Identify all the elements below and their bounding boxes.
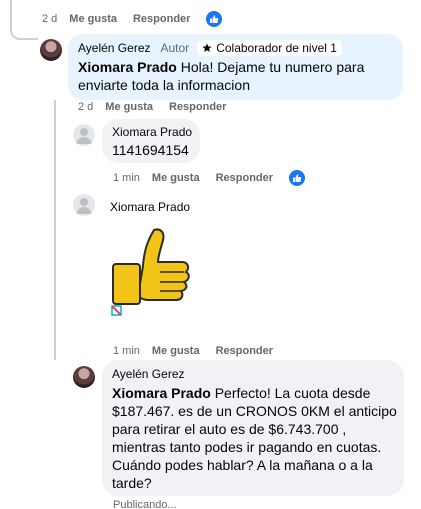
- badge-label: Colaborador de nivel 1: [216, 41, 337, 55]
- comment-text: Hola! Dejame tu numero para: [180, 59, 365, 75]
- reply-text-line2: $187.467. es de un CRONOS 0KM el anticip…: [112, 403, 397, 419]
- avatar-xiomara[interactable]: [73, 194, 95, 216]
- reply-author[interactable]: Xiomara Prado: [112, 125, 192, 139]
- like-link[interactable]: Me gusta: [152, 172, 200, 184]
- reply-text-line3: para retirar el auto es de $6.743.700 ,: [112, 421, 347, 437]
- reply-text-line5: Cuándo podes hablar? A la mañana o a la: [112, 457, 373, 473]
- reply1-meta: 1 min Me gusta Responder: [113, 170, 306, 186]
- reply-link[interactable]: Responder: [133, 13, 190, 25]
- top-comment-meta: 2 d Me gusta Responder: [42, 11, 223, 27]
- reply-text-line4: mientras tanto podes ir pagando en cuota…: [112, 439, 382, 455]
- mention[interactable]: Xiomara Prado: [78, 59, 177, 75]
- mention[interactable]: Xiomara Prado: [112, 385, 211, 401]
- like-link[interactable]: Me gusta: [69, 13, 117, 25]
- thread-line-outer: [10, 0, 38, 40]
- like-link[interactable]: Me gusta: [105, 101, 153, 113]
- reply-text: Perfecto! La cuota desde: [214, 385, 371, 401]
- reply-text: 1141694154: [112, 142, 189, 158]
- avatar-ayelen[interactable]: [40, 39, 62, 61]
- thumbs-up-sticker-icon[interactable]: [108, 226, 190, 316]
- reply-link[interactable]: Responder: [216, 172, 273, 184]
- reply-bubble: Ayelén Gerez Xiomara Prado Perfecto! La …: [102, 360, 404, 496]
- author-role: Autor: [160, 41, 190, 55]
- timestamp: 1 min: [113, 345, 140, 357]
- reply-author[interactable]: Ayelén Gerez: [112, 367, 185, 381]
- reply-bubble: Xiomara Prado 1141694154: [102, 119, 200, 163]
- thread-line-inner: [54, 100, 56, 360]
- comment1-meta: 2 d Me gusta Responder: [78, 101, 242, 113]
- avatar-ayelen[interactable]: [73, 366, 95, 388]
- avatar-xiomara[interactable]: [73, 124, 95, 146]
- like-reaction-icon[interactable]: [206, 11, 223, 27]
- comment-author[interactable]: Ayelén Gerez: [78, 41, 151, 55]
- reply-text-line6: tarde?: [112, 475, 152, 491]
- reply-link[interactable]: Responder: [169, 101, 226, 113]
- reply2-meta: 1 min Me gusta Responder: [113, 345, 289, 357]
- comment-text-line2: enviarte toda la informacion: [78, 77, 250, 93]
- timestamp: 1 min: [113, 172, 140, 184]
- publishing-status: Publicando...: [113, 499, 177, 509]
- comment-bubble-highlight: Ayelén Gerez Autor Colaborador de nivel …: [68, 34, 403, 100]
- reply-author[interactable]: Xiomara Prado: [110, 200, 190, 214]
- contributor-badge: Colaborador de nivel 1: [197, 40, 342, 56]
- like-reaction-icon[interactable]: [289, 170, 306, 186]
- timestamp: 2 d: [42, 13, 58, 25]
- star-icon: [202, 43, 212, 52]
- reply-link[interactable]: Responder: [216, 345, 273, 357]
- timestamp: 2 d: [78, 101, 94, 113]
- like-link[interactable]: Me gusta: [152, 345, 200, 357]
